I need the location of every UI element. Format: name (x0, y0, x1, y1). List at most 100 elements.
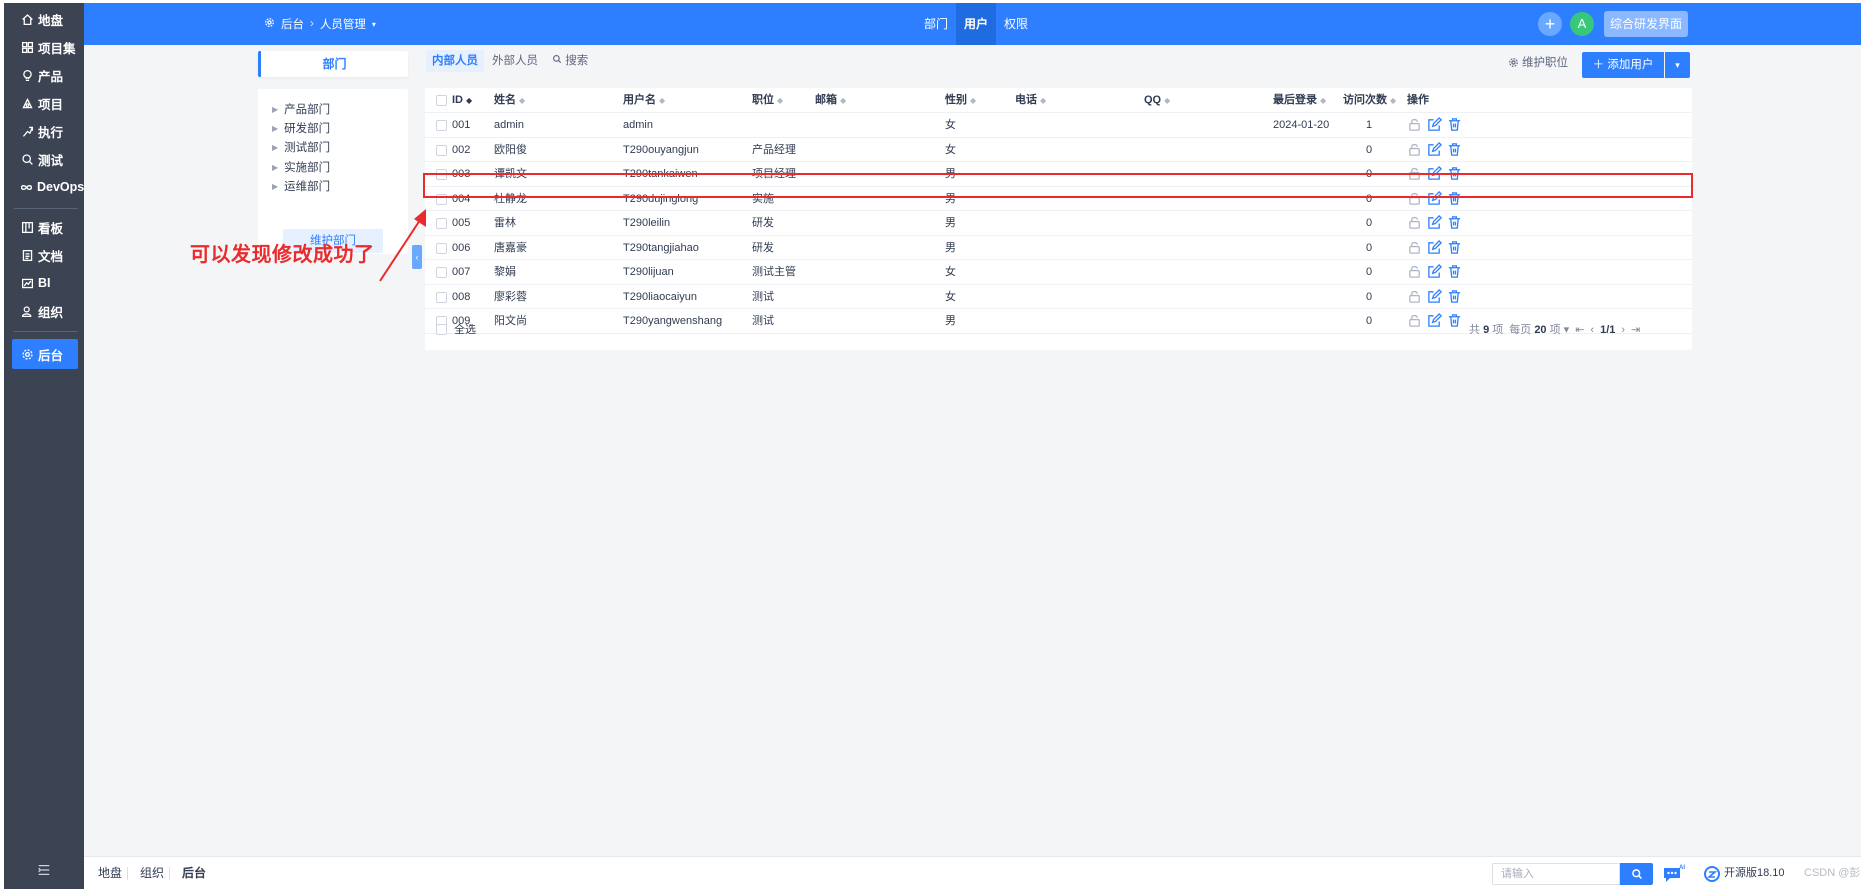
row-checkbox[interactable] (436, 120, 447, 131)
select-all-label[interactable]: 全选 (454, 316, 476, 344)
row-checkbox[interactable] (436, 267, 447, 278)
delete-icon[interactable] (1447, 191, 1462, 206)
delete-icon[interactable] (1447, 166, 1462, 181)
ai-chat-icon[interactable]: AI (1662, 863, 1686, 885)
row-checkbox[interactable] (436, 291, 447, 303)
lock-icon[interactable] (1407, 215, 1422, 230)
row-checkbox[interactable] (436, 193, 447, 205)
sidebar-item-test[interactable]: 测试 (12, 144, 78, 174)
table-row[interactable]: 004 杜静龙 T290dujinglong 实施 男 0 (425, 187, 1692, 211)
sidebar-item-product[interactable]: 产品 (12, 60, 78, 90)
sidebar-item-execution[interactable]: 执行 (12, 116, 78, 146)
caret-right-icon[interactable]: ▶ (272, 163, 278, 172)
caret-right-icon[interactable]: ▶ (272, 182, 278, 191)
maintain-position-button[interactable]: 维护职位 (1508, 54, 1568, 70)
table-row[interactable]: 008 廖彩蓉 T290liaocaiyun 测试 女 0 (425, 285, 1692, 309)
lock-icon[interactable] (1407, 117, 1422, 132)
col-gender[interactable]: 性别 ◆ (945, 88, 976, 112)
lock-icon[interactable] (1407, 289, 1422, 304)
row-checkbox[interactable] (436, 242, 447, 254)
tab-privilege[interactable]: 权限 (996, 3, 1036, 45)
delete-icon[interactable] (1447, 289, 1462, 304)
menu-toggle-icon[interactable] (37, 863, 51, 877)
dept-tree-item[interactable]: ▶ 测试部门 (272, 137, 330, 157)
lock-icon[interactable] (1407, 166, 1422, 181)
lock-icon[interactable] (1407, 240, 1422, 255)
edit-icon[interactable] (1427, 239, 1442, 255)
sidebar-item-admin[interactable]: 后台 (12, 339, 78, 369)
sidebar-item-kanban[interactable]: 看板 (12, 212, 78, 242)
first-page-icon[interactable]: ⇤ (1575, 316, 1584, 344)
row-checkbox[interactable] (436, 169, 447, 180)
tab-external-users[interactable]: 外部人员 (486, 50, 544, 72)
search-input[interactable] (1492, 863, 1620, 885)
col-position[interactable]: 职位 ◆ (752, 88, 783, 112)
table-row[interactable]: 003 谭凯文 T290tankaiwen 项目经理 男 0 (425, 162, 1692, 187)
add-user-button[interactable]: ＋ 添加用户 (1582, 52, 1664, 78)
lock-icon[interactable] (1407, 264, 1422, 279)
edit-icon[interactable] (1427, 215, 1442, 230)
dept-tree-item[interactable]: ▶ 实施部门 (272, 157, 330, 177)
sidebar-item-dashboard[interactable]: 地盘 (12, 4, 78, 34)
add-user-dropdown-toggle[interactable]: ▾ (1665, 52, 1690, 78)
table-row[interactable]: 001 admin admin 女 2024-01-20 1 (425, 113, 1692, 138)
col-last-login[interactable]: 最后登录 ◆ (1273, 88, 1326, 112)
lock-icon[interactable] (1407, 191, 1422, 206)
select-all-checkbox-header[interactable] (436, 95, 447, 106)
lock-icon[interactable] (1407, 142, 1422, 157)
search-toggle[interactable]: 搜索 (546, 50, 594, 72)
search-button[interactable] (1620, 863, 1653, 885)
bottom-nav-dashboard[interactable]: 地盘 (98, 857, 122, 890)
table-row[interactable]: 007 黎娟 T290lijuan 测试主管 女 0 (425, 260, 1692, 285)
breadcrumb-root[interactable]: 后台 (281, 16, 304, 32)
caret-right-icon[interactable]: ▶ (272, 124, 278, 133)
edit-icon[interactable] (1427, 117, 1442, 132)
prev-page-icon[interactable]: ‹ (1590, 316, 1594, 344)
edit-icon[interactable] (1427, 190, 1442, 206)
sidebar-item-devops[interactable]: DevOps (12, 172, 84, 202)
caret-right-icon[interactable]: ▶ (272, 105, 278, 114)
edit-icon[interactable] (1427, 288, 1442, 304)
switch-interface-button[interactable]: 综合研发界面 (1604, 11, 1688, 37)
delete-icon[interactable] (1447, 215, 1462, 230)
col-phone[interactable]: 电话 ◆ (1015, 88, 1046, 112)
sidebar-item-doc[interactable]: 文档 (12, 240, 78, 270)
table-row[interactable]: 006 唐嘉豪 T290tangjiahao 研发 男 0 (425, 236, 1692, 260)
edit-icon[interactable] (1427, 141, 1442, 157)
col-visits[interactable]: 访问次数 ◆ (1343, 88, 1396, 112)
row-checkbox[interactable] (436, 218, 447, 229)
caret-right-icon[interactable]: ▶ (272, 143, 278, 152)
edit-icon[interactable] (1427, 264, 1442, 279)
next-page-icon[interactable]: › (1621, 316, 1625, 344)
table-row[interactable]: 005 雷林 T290leilin 研发 男 0 (425, 211, 1692, 236)
delete-icon[interactable] (1447, 142, 1462, 157)
edit-icon[interactable] (1427, 166, 1442, 181)
bottom-nav-admin[interactable]: 后台 (182, 857, 206, 890)
breadcrumb-current[interactable]: 人员管理 (320, 16, 366, 32)
delete-icon[interactable] (1447, 117, 1462, 132)
select-all-checkbox[interactable] (436, 324, 447, 335)
sidebar-item-bi[interactable]: BI (12, 268, 78, 298)
col-qq[interactable]: QQ ◆ (1144, 88, 1170, 112)
dept-tree-item[interactable]: ▶ 研发部门 (272, 118, 330, 138)
row-checkbox[interactable] (436, 144, 447, 156)
tab-user[interactable]: 用户 (956, 3, 997, 45)
col-username[interactable]: 用户名 ◆ (623, 88, 665, 112)
pager-per-page[interactable]: 每页 20 项 ▾ (1509, 316, 1569, 344)
dept-tree-item[interactable]: ▶ 产品部门 (272, 99, 330, 119)
delete-icon[interactable] (1447, 264, 1462, 279)
quick-create-button[interactable]: + (1538, 12, 1562, 36)
sidebar-item-program[interactable]: 项目集 (12, 32, 78, 62)
col-email[interactable]: 邮箱 ◆ (815, 88, 846, 112)
dept-tree-item[interactable]: ▶ 运维部门 (272, 176, 330, 196)
delete-icon[interactable] (1447, 240, 1462, 255)
dept-panel-title[interactable]: 部门 (258, 51, 408, 77)
sidebar-item-org[interactable]: 组织 (12, 296, 78, 326)
last-page-icon[interactable]: ⇥ (1631, 316, 1640, 344)
tab-internal-users[interactable]: 内部人员 (426, 50, 484, 72)
avatar[interactable]: A (1570, 12, 1594, 36)
col-id[interactable]: ID ◆ (452, 88, 472, 112)
chevron-down-icon[interactable]: ▾ (372, 20, 376, 29)
sidebar-item-project[interactable]: 项目 (12, 88, 78, 118)
version-info[interactable]: 开源版18.10 (1704, 857, 1785, 890)
